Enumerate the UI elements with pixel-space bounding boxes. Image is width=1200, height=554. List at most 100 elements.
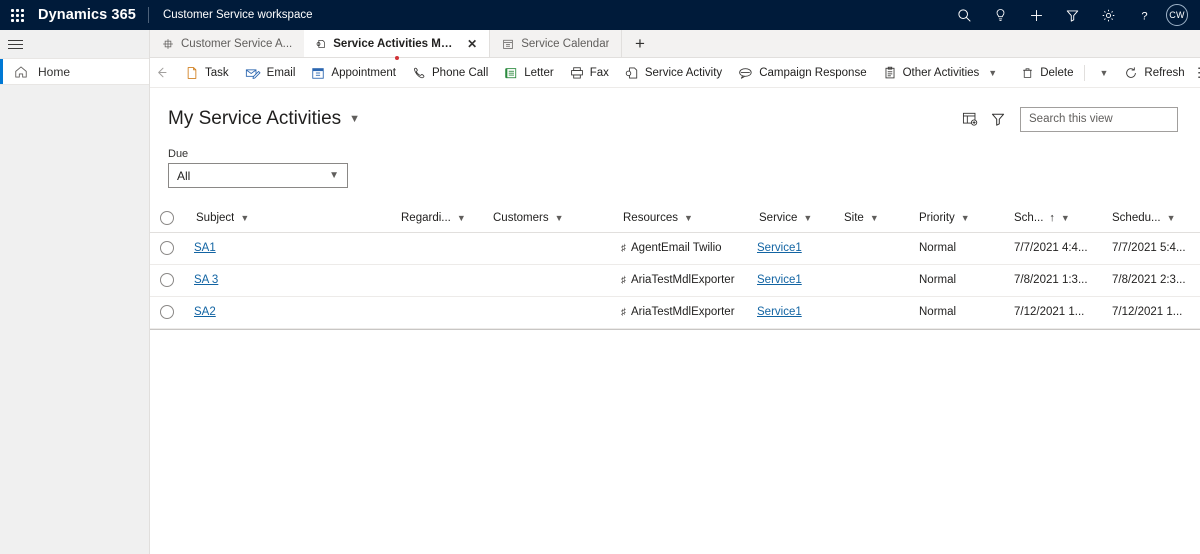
cell-site — [842, 232, 917, 265]
edit-columns-button[interactable] — [956, 105, 984, 133]
cell-text: 7/8/2021 2:3... — [1112, 274, 1186, 286]
row-checkbox[interactable] — [160, 273, 174, 287]
command-appointment[interactable]: Appointment — [303, 58, 404, 88]
tab-service-activities-my-service-activities[interactable]: Service Activities My Ser... ✕ — [304, 30, 490, 60]
search-input[interactable] — [1029, 113, 1183, 125]
edit-filters-button[interactable] — [984, 105, 1012, 133]
command-label: Refresh — [1144, 66, 1185, 79]
cell-service[interactable]: Service1 — [757, 264, 842, 297]
column-header-service[interactable]: Service ▼ — [757, 204, 842, 233]
chevron-down-icon: ▼ — [869, 212, 879, 223]
command-delete[interactable]: Delete ▼ — [1013, 58, 1116, 88]
assistant-button[interactable] — [982, 0, 1018, 30]
search-button[interactable] — [946, 0, 982, 30]
task-icon — [187, 66, 197, 79]
filter-icon — [1066, 9, 1078, 22]
tab-label: Customer Service A... — [181, 37, 293, 50]
delete-split-divider — [1084, 64, 1086, 81]
help-button[interactable]: ? — [1126, 0, 1162, 30]
waffle-icon — [10, 8, 24, 22]
view-selector[interactable]: My Service Activities ▼ — [168, 108, 360, 130]
cell-text: 7/7/2021 4:4... — [1014, 242, 1088, 254]
command-overflow-button[interactable]: ⋮ — [1193, 58, 1200, 88]
cell-scheduled-start: 7/8/2021 1:3... — [1012, 264, 1110, 297]
tab-customer-service-agent-dashboard[interactable]: Customer Service A... — [150, 30, 305, 57]
column-header-customers[interactable]: Customers ▼ — [491, 204, 621, 233]
due-filter-select[interactable]: All ▼ — [168, 163, 348, 188]
cell-service[interactable]: Service1 — [757, 232, 842, 265]
command-email[interactable]: Email — [237, 58, 304, 88]
record-link[interactable]: SA1 — [194, 242, 216, 254]
chevron-down-icon: ▼ — [1060, 212, 1070, 223]
command-label: Letter — [524, 66, 554, 79]
column-header-scheduled-start[interactable]: Sch... ↑ ▼ — [1012, 204, 1110, 233]
column-header-priority[interactable]: Priority ▼ — [917, 204, 1012, 233]
service-link[interactable]: Service1 — [757, 306, 802, 318]
rail-header — [0, 30, 149, 58]
chevron-down-icon: ▼ — [240, 212, 250, 223]
tab-close-button[interactable]: ✕ — [467, 38, 477, 50]
app-launcher-button[interactable] — [0, 0, 34, 30]
user-avatar[interactable]: CW — [1166, 4, 1188, 26]
command-campaign-response[interactable]: Campaign Response — [730, 58, 874, 88]
table-row[interactable]: SA2 ♯ AriaTestMdlExporter Service1 Normal… — [150, 296, 1200, 329]
column-select-all[interactable] — [150, 204, 194, 233]
column-label: Regardi... — [401, 211, 451, 224]
command-letter[interactable]: Letter — [496, 58, 561, 88]
column-header-regarding[interactable]: Regardi... ▼ — [399, 204, 491, 233]
command-refresh[interactable]: Refresh — [1116, 58, 1192, 88]
service-link[interactable]: Service1 — [757, 274, 802, 286]
cell-priority: Normal — [917, 264, 1012, 297]
column-header-resources[interactable]: Resources ▼ — [621, 204, 757, 233]
cell-text — [491, 306, 493, 318]
row-select-cell[interactable] — [150, 264, 194, 297]
column-header-site[interactable]: Site ▼ — [842, 204, 917, 233]
cell-subject[interactable]: SA 3 — [194, 264, 399, 297]
search-this-view-box[interactable] — [1020, 106, 1183, 132]
service-link[interactable]: Service1 — [757, 242, 802, 254]
app-name-label: Customer Service workspace — [162, 9, 313, 21]
edit-filters-icon — [991, 113, 1005, 126]
filter-button[interactable] — [1054, 0, 1090, 30]
row-select-cell[interactable] — [150, 232, 194, 265]
command-label: Other Activities — [902, 66, 980, 79]
home-icon — [15, 65, 27, 78]
chevron-down-icon[interactable]: ▼ — [1099, 68, 1108, 78]
sidebar-item-label: Home — [38, 64, 71, 79]
view-header: My Service Activities ▼ — [150, 88, 1200, 136]
quick-create-button[interactable] — [1018, 0, 1054, 30]
trash-icon — [1023, 67, 1033, 78]
column-header-subject[interactable]: Subject ▼ — [194, 204, 399, 233]
cell-text — [399, 242, 401, 254]
chevron-down-icon: ▼ — [803, 212, 813, 223]
hamburger-menu-button[interactable] — [8, 33, 30, 55]
command-task[interactable]: Task — [177, 58, 237, 88]
column-label: Resources — [623, 211, 678, 224]
new-tab-button[interactable]: + — [621, 30, 657, 57]
cell-text: Normal — [919, 306, 957, 318]
tab-service-calendar[interactable]: Service Calendar — [489, 30, 622, 57]
command-phone-call[interactable]: Phone Call — [404, 58, 496, 88]
cell-subject[interactable]: SA2 — [194, 296, 399, 329]
table-row[interactable]: SA 3 ♯ AriaTestMdlExporter Service1 Norma… — [150, 264, 1200, 297]
command-service-activity[interactable]: Service Activity — [617, 58, 730, 88]
settings-button[interactable] — [1090, 0, 1126, 30]
command-other-activities[interactable]: Other Activities ▼ — [875, 58, 1006, 88]
brand-title: Dynamics 365 — [38, 7, 136, 23]
column-header-scheduled-end[interactable]: Schedu... ▼ — [1110, 204, 1200, 233]
row-checkbox[interactable] — [160, 305, 174, 319]
table-row[interactable]: SA1 ♯ AgentEmail Twilio Service1 Normal 7… — [150, 232, 1200, 265]
cell-subject[interactable]: SA1 — [194, 232, 399, 265]
command-fax[interactable]: Fax — [562, 58, 617, 88]
select-all-checkbox[interactable] — [160, 210, 174, 225]
cell-text: 7/12/2021 1... — [1014, 306, 1085, 318]
cell-customers — [491, 296, 621, 329]
back-button[interactable] — [154, 58, 169, 88]
record-link[interactable]: SA2 — [194, 306, 216, 318]
sidebar-item-home[interactable]: Home — [0, 58, 149, 85]
row-select-cell[interactable] — [150, 296, 194, 329]
session-tab-strip: Customer Service A... Service Activities… — [150, 30, 1200, 60]
row-checkbox[interactable] — [160, 241, 174, 255]
cell-service[interactable]: Service1 — [757, 296, 842, 329]
record-link[interactable]: SA 3 — [194, 274, 218, 286]
